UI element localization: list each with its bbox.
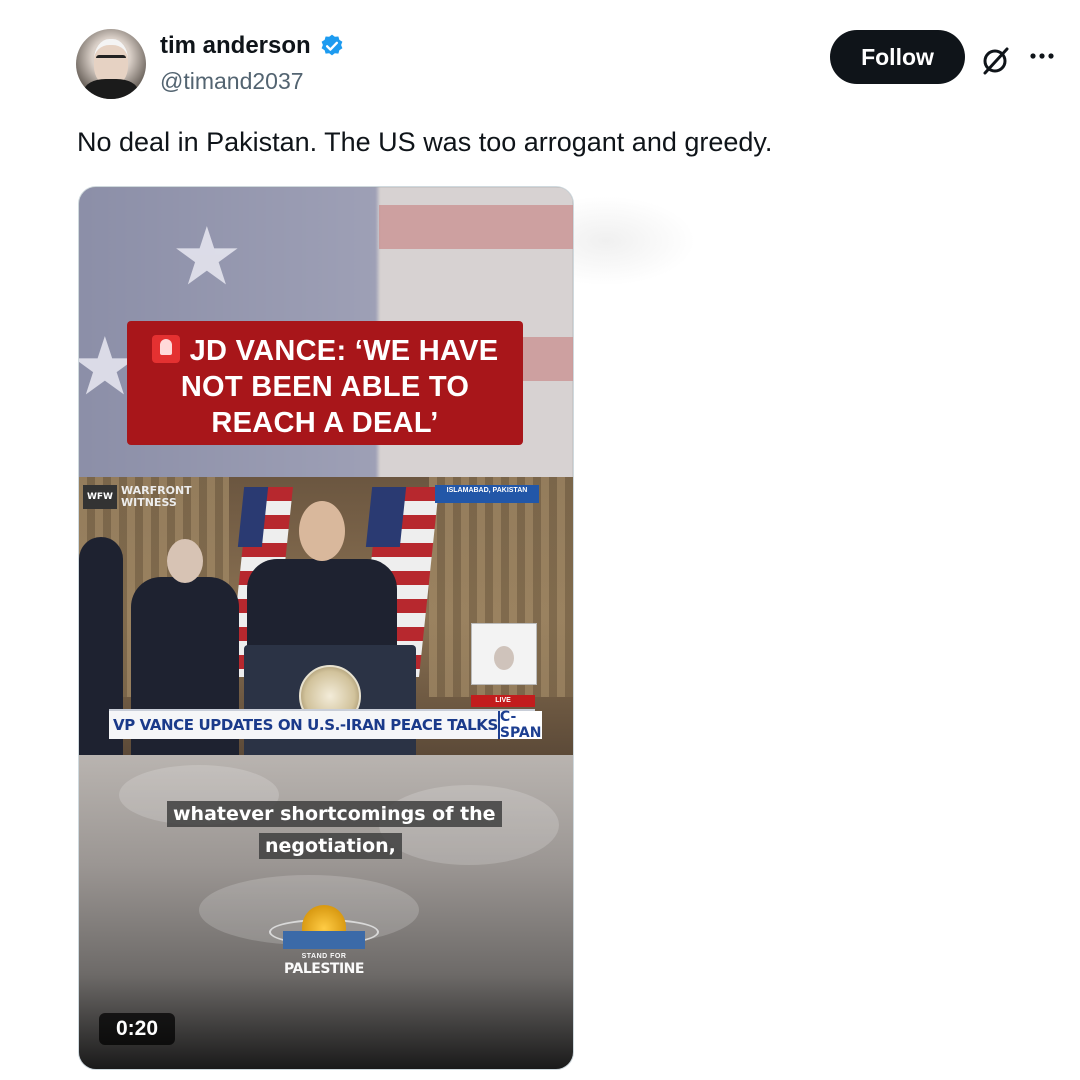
logo-small-text: STAND FOR bbox=[301, 953, 347, 960]
subtitle-line-1: whatever shortcomings of the bbox=[167, 801, 502, 827]
picture-in-picture bbox=[471, 623, 537, 685]
tweet-text: No deal in Pakistan. The US was too arro… bbox=[77, 127, 773, 157]
flag-stripe bbox=[379, 205, 573, 249]
tweet: tim anderson @timand2037 Follow No deal … bbox=[0, 0, 1080, 1080]
headline-text: JD VANCE: ‘WE HAVE NOT BEEN ABLE TO REAC… bbox=[180, 335, 499, 439]
avatar[interactable] bbox=[76, 29, 146, 99]
network-logo: C-SPAN bbox=[497, 709, 542, 741]
stand-for-palestine-logo: STAND FOR PALESTINE bbox=[269, 905, 379, 985]
pip-head bbox=[494, 646, 514, 670]
watermark-line2: WITNESS bbox=[121, 496, 177, 509]
user-handle[interactable]: @timand2037 bbox=[160, 68, 304, 95]
video-duration: 0:20 bbox=[99, 1013, 175, 1045]
siren-icon bbox=[151, 335, 180, 363]
speaker-head bbox=[299, 501, 345, 561]
verified-badge-icon[interactable] bbox=[319, 33, 345, 59]
chyron-text: VP VANCE UPDATES ON U.S.-IRAN PEACE TALK… bbox=[113, 716, 498, 734]
channel-watermark: WFW WARFRONT WITNESS bbox=[83, 485, 192, 509]
avatar-shirt bbox=[84, 79, 138, 99]
live-tag: LIVE bbox=[471, 695, 535, 707]
follow-button[interactable]: Follow bbox=[830, 30, 965, 84]
watermark-logo: WFW bbox=[83, 485, 117, 509]
more-icon[interactable] bbox=[1028, 44, 1060, 68]
person-head bbox=[167, 539, 203, 583]
logo-big-text: PALESTINE bbox=[284, 961, 364, 977]
dome-icon bbox=[302, 905, 346, 931]
display-name[interactable]: tim anderson bbox=[160, 32, 311, 60]
name-row: tim anderson bbox=[160, 32, 345, 60]
flag-star: ★ bbox=[171, 212, 243, 301]
grok-icon[interactable] bbox=[980, 44, 1012, 76]
avatar-glasses bbox=[96, 55, 126, 64]
video-headline: JD VANCE: ‘WE HAVE NOT BEEN ABLE TO REAC… bbox=[127, 321, 523, 445]
location-tag: ISLAMABAD, PAKISTAN bbox=[435, 485, 539, 503]
logo-band bbox=[283, 931, 365, 949]
video-player[interactable]: ★ ★ JD VANCE: ‘WE HAVE NOT BEEN ABLE TO … bbox=[78, 186, 574, 1070]
subtitle-line-2: negotiation, bbox=[259, 833, 402, 859]
video-still: WFW WARFRONT WITNESS ISLAMABAD, PAKISTAN… bbox=[79, 477, 573, 755]
news-chyron: VP VANCE UPDATES ON U.S.-IRAN PEACE TALK… bbox=[109, 709, 542, 741]
us-flag-canton bbox=[365, 487, 407, 547]
